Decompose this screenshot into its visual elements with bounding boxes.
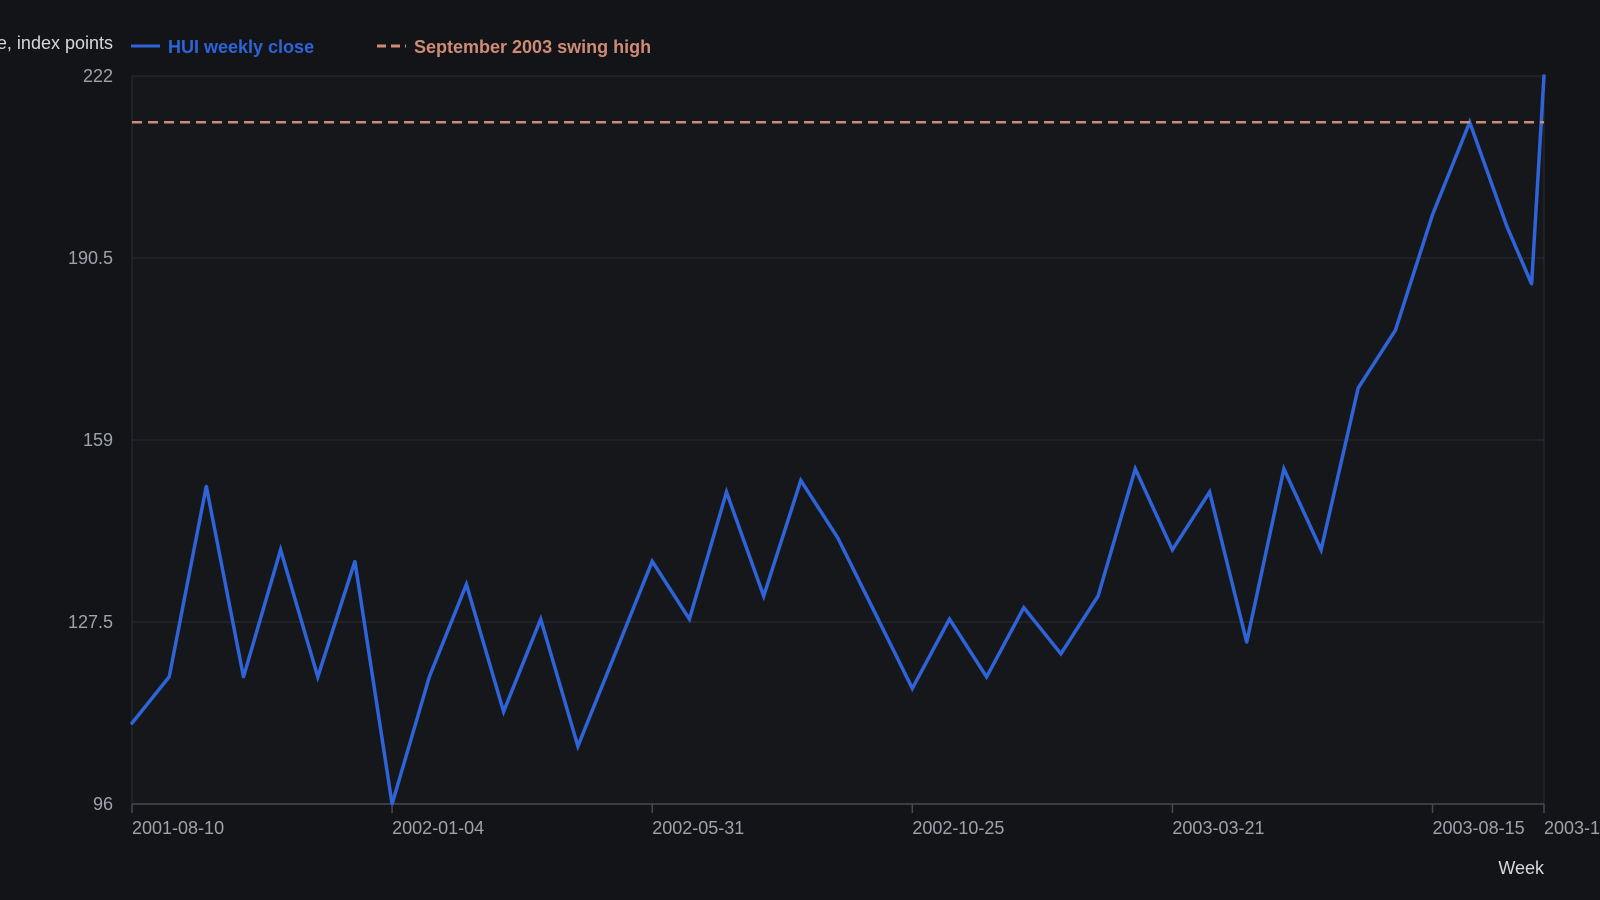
data-point xyxy=(836,536,840,540)
data-point xyxy=(1096,594,1100,598)
data-point xyxy=(1393,328,1397,332)
data-point xyxy=(1319,548,1323,552)
data-point xyxy=(204,484,208,488)
x-tick-label: 2001-08-10 xyxy=(132,818,224,838)
x-axis-title: Week xyxy=(1498,858,1545,878)
data-point xyxy=(1245,640,1249,644)
data-point xyxy=(464,582,468,586)
y-axis-title: HUI weekly close, index points xyxy=(0,33,113,53)
data-point xyxy=(613,652,617,656)
x-tick-label: 2002-01-04 xyxy=(392,818,484,838)
legend: HUI weekly close, index points HUI weekl… xyxy=(0,33,651,57)
x-tick-label: 2003-03-21 xyxy=(1172,818,1264,838)
x-tick-label: 2002-05-31 xyxy=(652,818,744,838)
data-point xyxy=(1059,652,1063,656)
x-axis: 2001-08-10 2002-01-04 2002-05-31 2002-10-25… xyxy=(131,803,1600,838)
data-point xyxy=(502,710,506,714)
data-point xyxy=(1208,490,1212,494)
data-point xyxy=(1133,467,1137,471)
data-point xyxy=(725,490,729,494)
data-point xyxy=(1170,548,1174,552)
data-point xyxy=(241,675,245,679)
data-point xyxy=(353,559,357,563)
data-point xyxy=(799,478,803,482)
data-point xyxy=(687,617,691,621)
data-point xyxy=(316,675,320,679)
y-tick-label: 159 xyxy=(83,430,113,450)
data-point xyxy=(1022,606,1026,610)
data-point xyxy=(167,675,171,679)
data-point xyxy=(1431,213,1435,217)
y-tick-label: 96 xyxy=(93,794,113,814)
data-point xyxy=(576,744,580,748)
data-point xyxy=(390,802,394,806)
data-point xyxy=(279,548,283,552)
data-point xyxy=(539,617,543,621)
x-tick-label: 2003-08-15 xyxy=(1433,818,1525,838)
legend-label-hui: HUI weekly close xyxy=(168,37,314,57)
x-tick-label: 2002-10-25 xyxy=(912,818,1004,838)
data-point xyxy=(985,675,989,679)
data-point xyxy=(762,594,766,598)
data-point xyxy=(1505,224,1509,228)
data-point xyxy=(1530,282,1534,286)
data-point xyxy=(1356,386,1360,390)
data-point xyxy=(1542,74,1546,78)
y-tick-label: 222 xyxy=(83,66,113,86)
data-point xyxy=(130,721,134,725)
data-point xyxy=(947,617,951,621)
y-tick-label: 190.5 xyxy=(68,248,113,268)
data-point xyxy=(650,559,654,563)
data-point xyxy=(873,611,877,615)
hui-line-chart: 96127.5159190.5222 2001-08-10 2002-01-04 2… xyxy=(0,33,1600,878)
legend-label-swing-high: September 2003 swing high xyxy=(414,37,651,57)
y-axis-ticks: 96 127.5 159 190.5 222 xyxy=(68,66,113,814)
y-tick-label: 127.5 xyxy=(68,612,113,632)
data-point xyxy=(1282,467,1286,471)
data-point xyxy=(910,686,914,690)
x-tick-label: 2003-10-17 xyxy=(1544,818,1600,838)
data-point xyxy=(427,675,431,679)
